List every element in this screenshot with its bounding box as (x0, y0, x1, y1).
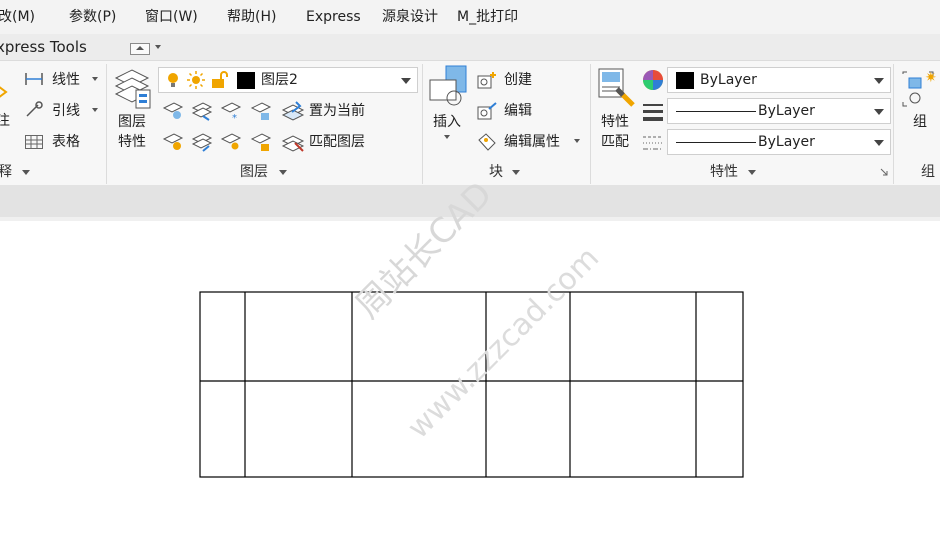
drawing-canvas[interactable] (0, 0, 940, 537)
table-outline (199, 291, 744, 478)
table-grid[interactable] (199, 291, 744, 478)
